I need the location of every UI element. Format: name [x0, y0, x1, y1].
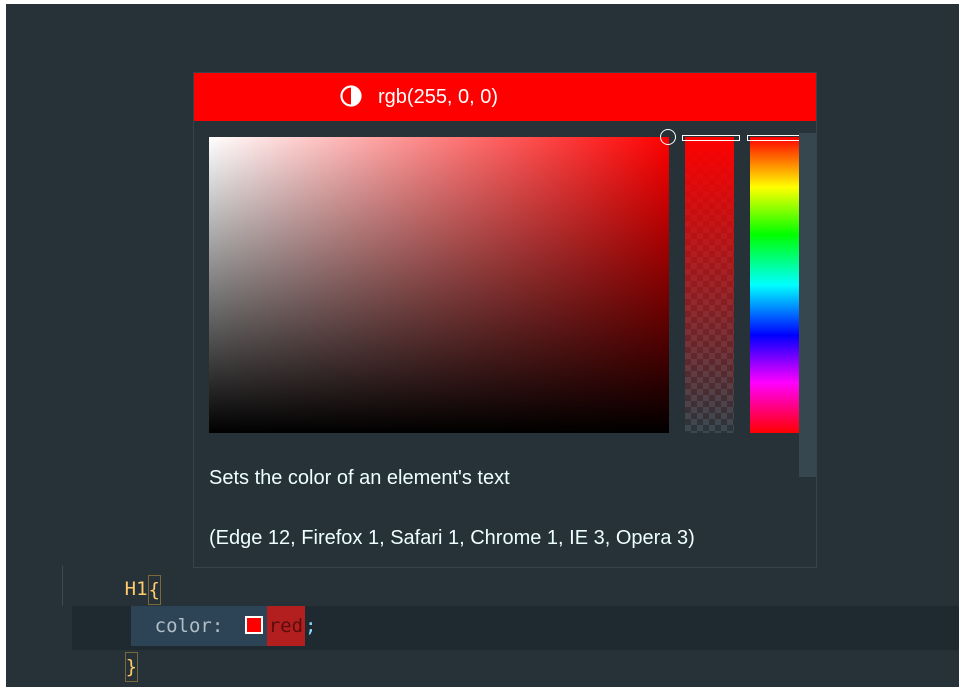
css-property: color:	[154, 615, 235, 637]
property-description: Sets the color of an element's text	[209, 467, 510, 489]
semicolon: ;	[305, 615, 317, 637]
close-brace: }	[124, 651, 139, 682]
declaration: color: red	[130, 606, 306, 646]
saturation-handle[interactable]	[660, 129, 676, 145]
color-picker-hover-popup: rgb(255, 0, 0) Sets the color of an elem…	[193, 72, 817, 568]
opacity-gradient	[685, 137, 734, 433]
editor-area[interactable]: H1{ color: red; } rgb(255, 0, 0) Sets th…	[6, 4, 959, 687]
opacity-slider[interactable]	[685, 137, 734, 433]
color-picker-header[interactable]: rgb(255, 0, 0)	[194, 73, 816, 121]
opacity-slider-handle[interactable]	[682, 135, 740, 141]
popup-scrollbar[interactable]	[799, 133, 816, 477]
browser-compatibility: (Edge 12, Firefox 1, Safari 1, Chrome 1,…	[209, 527, 695, 549]
contrast-icon[interactable]	[340, 85, 362, 107]
code-line-2[interactable]: color: red;	[62, 566, 317, 646]
code-line-3[interactable]: }	[56, 606, 139, 682]
color-string-label[interactable]: rgb(255, 0, 0)	[378, 85, 498, 109]
saturation-brightness-box[interactable]	[209, 137, 669, 433]
css-value: red	[266, 606, 306, 646]
hue-slider-handle[interactable]	[747, 135, 805, 141]
color-swatch[interactable]	[244, 615, 263, 634]
code-line-1[interactable]: H1{	[56, 529, 161, 605]
hue-slider[interactable]	[750, 137, 799, 433]
